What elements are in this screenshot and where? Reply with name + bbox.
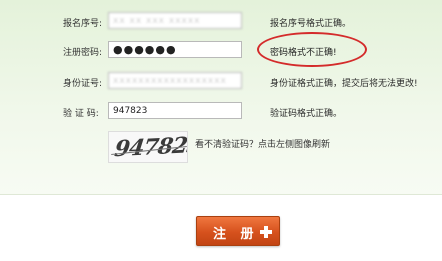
serial-number-row: 报名序号: xx xx xxx xxxxx 报名序号格式正确。 <box>0 12 442 34</box>
password-row: 注册密码: ●●●●●● 密码格式不正确! <box>0 41 442 63</box>
register-button[interactable]: 注 册 <box>196 216 280 246</box>
captcha-input[interactable]: 947823 <box>108 102 242 119</box>
captcha-row: 验 证 码: 947823 验证码格式正确。 <box>0 102 442 124</box>
captcha-refresh-hint: 看不清验证码？点击左侧图像刷新 <box>195 140 331 150</box>
serial-number-hint: 报名序号格式正确。 <box>270 19 352 29</box>
captcha-hint-valid: 验证码格式正确。 <box>270 109 343 119</box>
plus-icon <box>260 226 272 238</box>
id-number-input[interactable]: xxxxxxxxxxxxxxxxxx <box>108 72 242 89</box>
serial-number-input[interactable]: xx xx xxx xxxxx <box>108 12 242 29</box>
password-label: 注册密码: <box>63 48 103 58</box>
serial-number-label: 报名序号: <box>63 19 103 29</box>
captcha-image[interactable]: 947823 <box>108 131 188 163</box>
password-input[interactable]: ●●●●●● <box>108 41 242 58</box>
id-number-hint: 身份证格式正确，提交后将无法更改! <box>270 79 418 89</box>
register-button-label: 注 册 <box>213 227 259 242</box>
captcha-label: 验 证 码: <box>63 109 99 119</box>
registration-form: 报名序号: xx xx xxx xxxxx 报名序号格式正确。 注册密码: ●●… <box>0 0 442 195</box>
id-number-row: 身份证号: xxxxxxxxxxxxxxxxxx 身份证格式正确，提交后将无法更… <box>0 72 442 94</box>
error-highlight-circle <box>257 32 367 67</box>
id-number-label: 身份证号: <box>63 79 103 89</box>
